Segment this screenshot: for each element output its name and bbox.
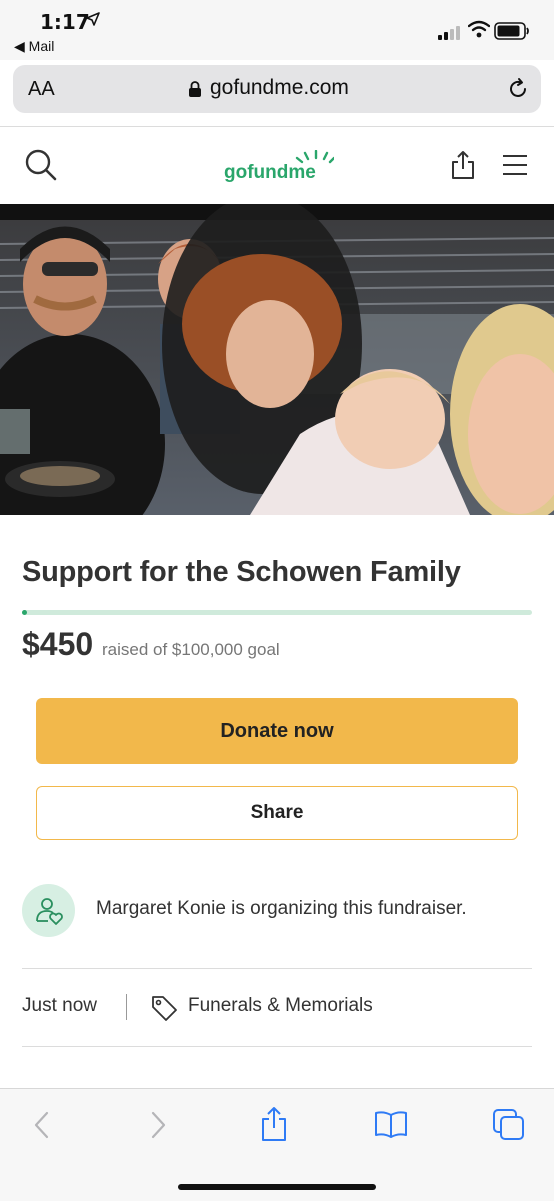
- section-divider: [22, 968, 532, 969]
- share-icon[interactable]: [450, 150, 476, 180]
- battery-icon: [494, 22, 529, 40]
- location-arrow-icon: [86, 12, 100, 26]
- wifi-icon: [468, 20, 490, 38]
- reload-icon[interactable]: [506, 77, 530, 101]
- book-icon[interactable]: [374, 1110, 408, 1138]
- logo-text: gofundme: [224, 162, 316, 182]
- category-link[interactable]: Funerals & Memorials: [188, 995, 373, 1017]
- share-button[interactable]: Share: [36, 786, 518, 840]
- back-to-app-link[interactable]: ◀ Mail: [14, 38, 54, 55]
- browser-divider: [0, 126, 554, 127]
- goal-text: raised of $100,000 goal: [102, 640, 280, 659]
- meta-separator: [126, 994, 127, 1020]
- chevron-left-icon[interactable]: [32, 1110, 52, 1140]
- progress-track: [22, 610, 532, 615]
- url-domain[interactable]: gofundme.com: [210, 76, 349, 100]
- hamburger-menu-icon[interactable]: [502, 154, 528, 176]
- campaign-title: Support for the Schowen Family: [22, 556, 461, 588]
- tag-icon: [152, 996, 177, 1021]
- campaign-hero-image: [0, 204, 554, 515]
- search-icon[interactable]: [24, 148, 58, 182]
- amount-raised: $450: [22, 626, 94, 662]
- tabs-icon[interactable]: [492, 1108, 526, 1142]
- created-time: Just now: [22, 995, 97, 1016]
- lock-icon: [189, 81, 201, 97]
- organizer-avatar: [22, 884, 75, 937]
- user-heart-icon: [35, 897, 63, 925]
- home-indicator: [178, 1184, 376, 1190]
- share-icon[interactable]: [260, 1106, 288, 1142]
- reader-options-button[interactable]: AA: [28, 78, 55, 101]
- status-time: 1:17: [40, 10, 90, 34]
- gofundme-logo[interactable]: gofundme: [224, 150, 334, 182]
- chevron-right-icon[interactable]: [148, 1110, 168, 1140]
- section-divider: [22, 1046, 532, 1047]
- donate-now-button[interactable]: Donate now: [36, 698, 518, 764]
- cellular-signal-icon: [438, 26, 460, 40]
- progress-fill: [22, 610, 27, 615]
- back-app-label: Mail: [28, 38, 55, 54]
- organizer-text[interactable]: Margaret Konie is organizing this fundra…: [96, 898, 467, 920]
